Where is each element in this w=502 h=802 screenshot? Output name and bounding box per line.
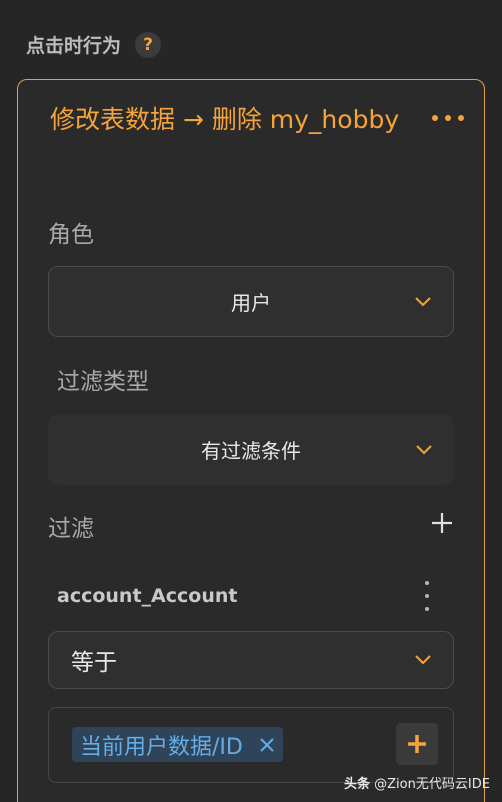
role-select-value: 用户 xyxy=(231,291,271,315)
value-tag-label: 当前用户数据/ID xyxy=(80,734,243,760)
watermark-handle: @Zion无代码云IDE xyxy=(374,777,490,792)
action-header[interactable]: 修改表数据 → 删除 my_hobby xyxy=(50,100,464,136)
filter-value-box[interactable]: 当前用户数据/ID xyxy=(48,707,454,783)
filter-type-label: 过滤类型 xyxy=(57,369,149,395)
watermark-brand: 头条 xyxy=(344,777,371,792)
section-header: 点击时行为 ? xyxy=(26,31,162,58)
role-select[interactable]: 用户 xyxy=(48,266,454,337)
add-filter-icon[interactable] xyxy=(431,512,453,534)
action-card: 修改表数据 → 删除 my_hobby 角色 用户 过滤类型 有过滤条件 过滤 … xyxy=(17,79,485,802)
value-tag: 当前用户数据/ID xyxy=(72,727,283,762)
operator-select[interactable]: 等于 xyxy=(48,631,454,689)
chevron-down-icon xyxy=(415,296,431,306)
section-title: 点击时行为 xyxy=(26,35,122,57)
help-icon[interactable]: ? xyxy=(135,31,162,58)
action-title: 修改表数据 → 删除 my_hobby xyxy=(50,105,400,134)
chevron-down-icon xyxy=(416,444,432,454)
close-icon[interactable] xyxy=(259,737,275,753)
filter-field-name: account_Account xyxy=(57,585,238,607)
filter-label: 过滤 xyxy=(48,516,94,542)
watermark: 头条 @Zion无代码云IDE xyxy=(344,773,490,792)
filter-type-select-value: 有过滤条件 xyxy=(201,439,301,463)
chevron-down-icon xyxy=(415,655,431,665)
more-options-icon[interactable] xyxy=(432,115,464,121)
add-value-button[interactable] xyxy=(396,723,438,765)
operator-select-value: 等于 xyxy=(71,650,117,676)
filter-type-select[interactable]: 有过滤条件 xyxy=(48,414,454,485)
kebab-menu-icon[interactable] xyxy=(424,581,430,611)
role-label: 角色 xyxy=(48,222,94,248)
plus-icon xyxy=(408,735,426,753)
page: 点击时行为 ? 修改表数据 → 删除 my_hobby 角色 用户 过滤类型 有… xyxy=(0,0,502,802)
